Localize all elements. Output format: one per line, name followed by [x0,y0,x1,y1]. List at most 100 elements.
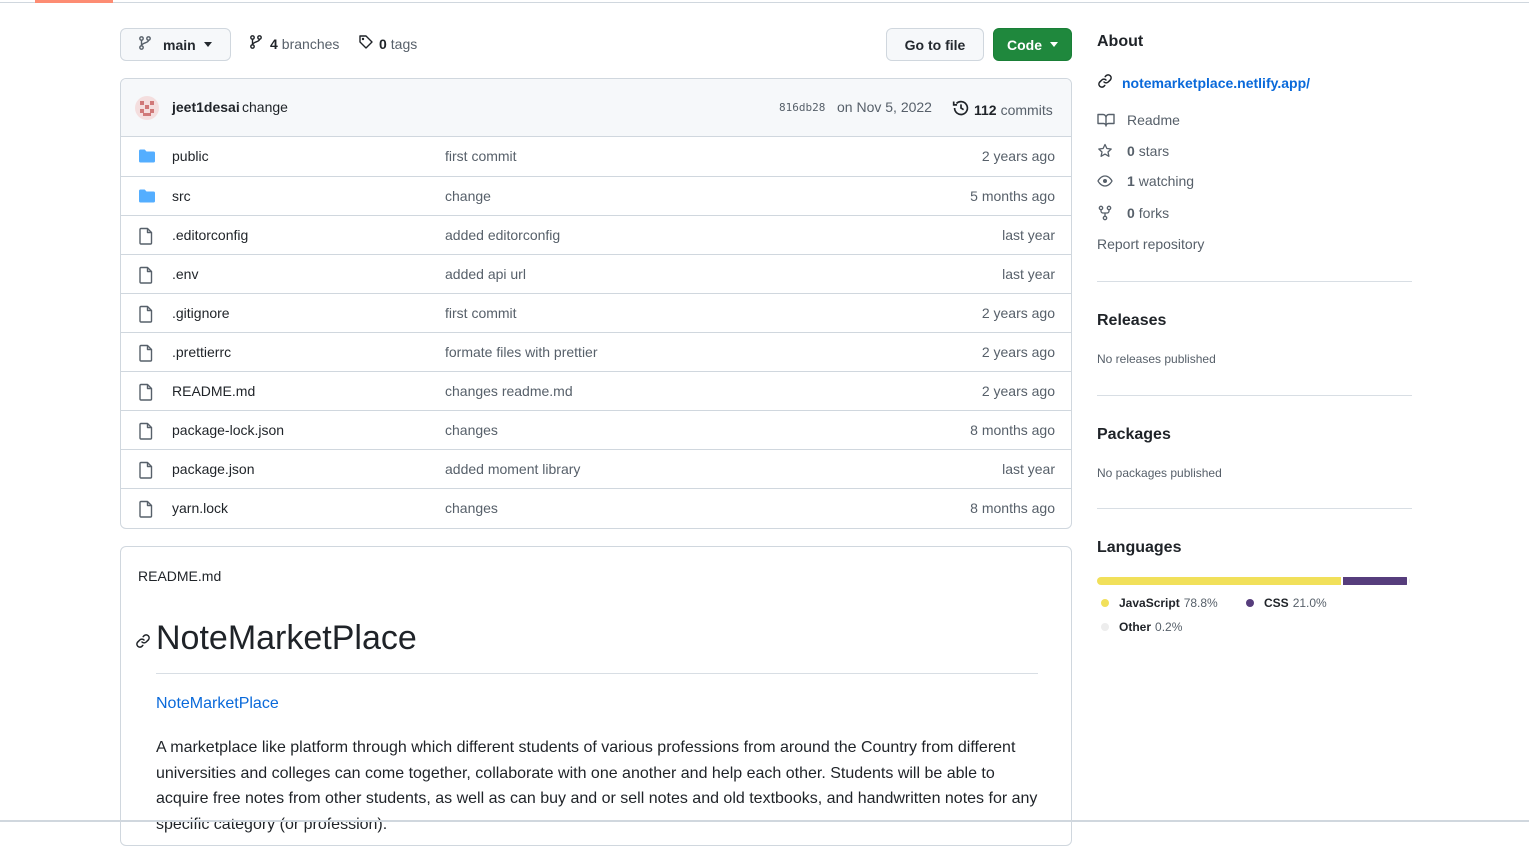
file-name-link[interactable]: package-lock.json [172,422,284,438]
branch-name: main [163,36,196,53]
watchers-link[interactable]: 1 watching [1097,173,1194,189]
file-name-link[interactable]: .gitignore [172,305,230,321]
language-bar-segment [1342,577,1408,585]
language-percent: 21.0% [1292,596,1327,610]
readme-file-title[interactable]: README.md [138,568,221,584]
readme-link[interactable]: Readme [1097,112,1180,128]
about-heading: About [1097,33,1144,50]
chevron-down-icon [1050,42,1058,47]
forks-label: forks [1138,205,1170,221]
file-icon [138,461,154,482]
stars-link[interactable]: 0 stars [1097,143,1169,159]
stars-count: 0 [1127,143,1135,159]
file-commit-message-link[interactable]: first commit [445,148,517,164]
file-commit-message-link[interactable]: formate files with prettier [445,344,598,360]
file-name-link[interactable]: README.md [172,383,255,399]
language-name: Other [1119,620,1152,634]
language-bar-segment [1097,577,1341,585]
tags-label: tags [390,35,418,52]
language-name: CSS [1264,596,1289,610]
file-commit-message-link[interactable]: changes [445,500,498,516]
file-row: .gitignore first commit 2 years ago [121,293,1071,332]
file-name-link[interactable]: package.json [172,461,255,477]
tag-icon [358,34,374,53]
forks-count: 0 [1127,205,1135,221]
file-commit-message-link[interactable]: first commit [445,305,517,321]
file-commit-message-link[interactable]: added moment library [445,461,580,477]
file-commit-message-link[interactable]: added editorconfig [445,227,560,243]
watching-label: watching [1138,173,1195,189]
file-name-link[interactable]: yarn.lock [172,500,228,516]
file-commit-age: 8 months ago [970,422,1055,438]
file-name-link[interactable]: .prettierrc [172,344,231,360]
website-url: notemarketplace.netlify.app/ [1122,74,1311,91]
branches-link[interactable]: 4 branches [248,34,339,53]
tags-count: 0 [379,35,387,52]
file-row: package-lock.json changes 8 months ago [121,410,1071,449]
chevron-down-icon [203,42,212,47]
watching-count: 1 [1127,173,1135,189]
file-commit-message-link[interactable]: change [445,188,491,204]
file-name-link[interactable]: .env [172,266,198,282]
heading-divider [156,673,1038,674]
file-browser: jeet1desai change 816db28 on Nov 5, 2022… [120,78,1072,529]
file-commit-message-link[interactable]: changes readme.md [445,383,573,399]
commits-count: 112 [974,101,997,118]
readme-label: Readme [1127,112,1180,128]
file-icon [138,266,154,287]
readme-project-link[interactable]: NoteMarketPlace [156,695,279,713]
commit-sha-link[interactable]: 816db28 [779,101,825,114]
sidebar-divider [1097,395,1412,396]
report-repository-link[interactable]: Report repository [1097,236,1204,252]
language-color-dot [1246,599,1254,607]
file-commit-age: 8 months ago [970,500,1055,516]
file-row: public first commit 2 years ago [121,137,1071,176]
file-name-link[interactable]: .editorconfig [172,227,248,243]
commit-date: on Nov 5, 2022 [837,99,932,115]
sidebar-divider [1097,281,1412,282]
file-name-link[interactable]: public [172,148,209,164]
file-row: README.md changes readme.md 2 years ago [121,371,1071,410]
language-item[interactable]: JavaScript 78.8% [1101,596,1218,610]
file-commit-message-link[interactable]: added api url [445,266,526,282]
book-icon [1097,112,1115,128]
website-link[interactable]: notemarketplace.netlify.app/ [1097,73,1310,92]
language-bar-segment [1409,577,1410,585]
releases-heading[interactable]: Releases [1097,312,1166,330]
go-to-file-button[interactable]: Go to file [886,28,984,61]
folder-icon [138,188,156,207]
languages-heading: Languages [1097,539,1182,556]
file-commit-age: last year [1002,227,1055,243]
file-row: .editorconfig added editorconfig last year [121,215,1071,254]
code-button[interactable]: Code [993,28,1072,61]
branch-select-button[interactable]: main [120,28,231,61]
git-branch-icon [248,34,264,53]
language-item[interactable]: Other 0.2% [1101,620,1182,634]
code-button-label: Code [1007,36,1042,53]
file-row: package.json added moment library last yea… [121,449,1071,488]
history-icon [952,99,970,120]
tags-link[interactable]: 0 tags [358,34,417,53]
language-item[interactable]: CSS 21.0% [1246,596,1327,610]
fork-icon [1097,205,1115,221]
link-icon[interactable] [135,633,151,652]
file-icon [138,344,154,365]
star-icon [1097,143,1115,159]
branches-label: branches [281,35,340,52]
language-color-dot [1101,599,1109,607]
branches-count: 4 [270,35,278,52]
commit-message-link[interactable]: change [242,99,288,115]
languages-bar [1097,577,1410,585]
packages-heading[interactable]: Packages [1097,426,1171,444]
file-commit-message-link[interactable]: changes [445,422,498,438]
file-name-link[interactable]: src [172,188,191,204]
file-row: src change 5 months ago [121,176,1071,215]
commits-history-link[interactable]: 112 commits [952,99,1053,120]
commit-author-link[interactable]: jeet1desai [172,99,240,115]
forks-link[interactable]: 0 forks [1097,205,1169,221]
avatar[interactable] [135,96,159,120]
top-nav-border [0,0,1529,3]
file-row: .env added api url last year [121,254,1071,293]
file-commit-age: 2 years ago [981,383,1055,399]
file-icon [138,500,154,521]
